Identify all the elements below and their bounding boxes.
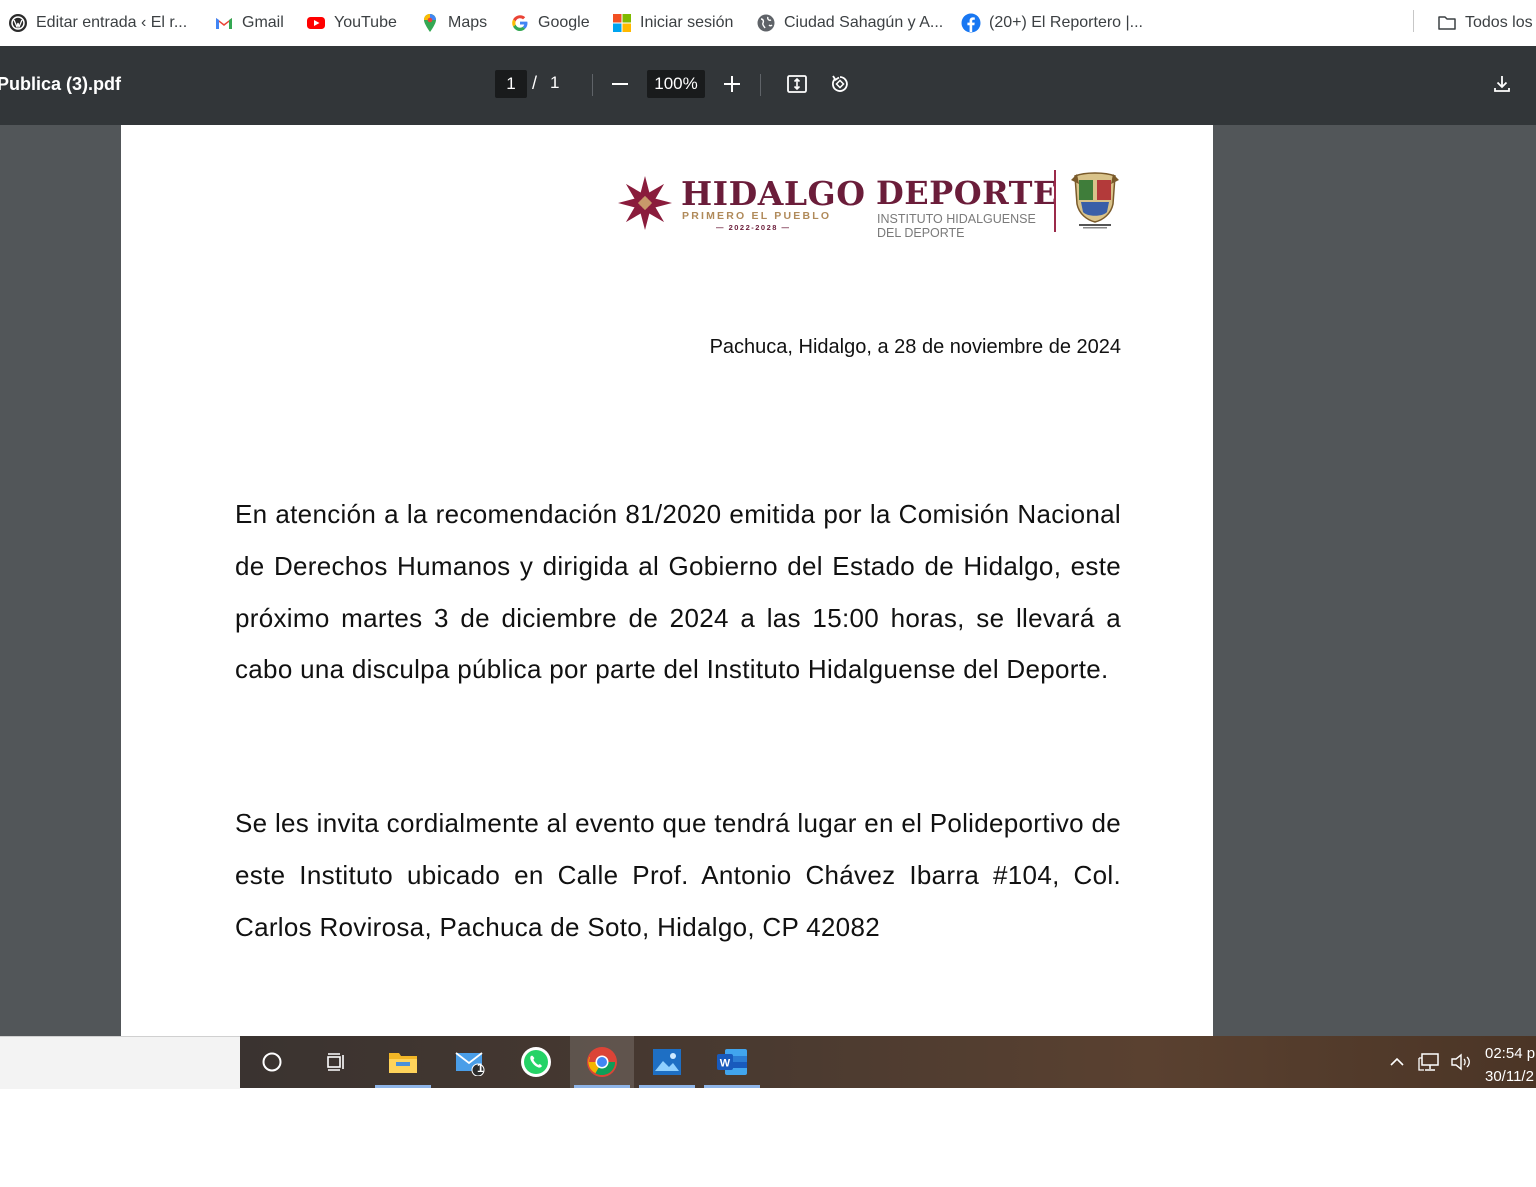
mail-taskbar-button[interactable]: 1 (438, 1036, 502, 1088)
all-bookmarks-label: Todos los (1465, 14, 1533, 31)
bookmark-label: Google (538, 14, 590, 31)
toolbar-divider (760, 74, 761, 96)
speaker-icon (1451, 1053, 1470, 1071)
logo-deporte-subtitle-2: DEL DEPORTE (877, 226, 965, 240)
volume-tray-button[interactable] (1448, 1036, 1474, 1088)
download-icon (1494, 76, 1510, 92)
bookmark-iniciar-sesion[interactable]: Iniciar sesión (612, 7, 733, 39)
bookmark-maps[interactable]: Maps (420, 7, 487, 39)
pdf-toolbar: Publica (3).pdf 1 / 1 100% (0, 46, 1536, 125)
word-taskbar-button[interactable]: W (700, 1036, 764, 1088)
bookmark-label: YouTube (334, 14, 397, 31)
page-total: 1 (550, 73, 560, 92)
pdf-file-title: Publica (3).pdf (0, 74, 122, 94)
photos-icon (653, 1049, 681, 1075)
word-icon: W (717, 1049, 747, 1075)
minus-icon (612, 83, 628, 85)
toolbar-divider (592, 74, 593, 96)
pdf-page: HIDALGO PRIMERO EL PUEBLO — 2022-2028 — … (121, 125, 1213, 1036)
document-paragraph-2: Se les invita cordialmente al evento que… (235, 808, 1121, 942)
photos-taskbar-button[interactable] (635, 1036, 699, 1088)
running-indicator (639, 1085, 695, 1088)
chrome-taskbar-button[interactable] (570, 1036, 634, 1088)
rotate-icon (832, 75, 848, 92)
cortana-button[interactable] (240, 1036, 304, 1088)
wordpress-icon (8, 13, 28, 33)
zoom-in-button[interactable] (716, 68, 748, 100)
file-explorer-icon (389, 1053, 417, 1073)
logo-hidalgo-tagline: PRIMERO EL PUEBLO (682, 210, 832, 222)
hidalgo-star-logo-icon (618, 176, 672, 230)
bookmark-label: Ciudad Sahagún y A... (784, 14, 944, 31)
fit-page-button[interactable] (781, 68, 813, 100)
taskbar-search-area[interactable] (0, 1036, 240, 1089)
task-view-button[interactable] (304, 1036, 368, 1088)
page-separator: / (532, 73, 538, 93)
bookmarks-separator (1413, 10, 1414, 32)
state-coat-of-arms-icon (1071, 172, 1119, 229)
download-button[interactable] (1486, 68, 1518, 100)
logo-deporte-text: DEPORTE (876, 174, 1058, 212)
whatsapp-icon (521, 1047, 551, 1077)
document-paragraph-1: En atención a la recomendación 81/2020 e… (235, 499, 1121, 685)
whatsapp-taskbar-button[interactable] (504, 1036, 568, 1088)
page-number-input[interactable]: 1 (495, 70, 527, 98)
document-date-line: Pachuca, Hidalgo, a 28 de noviembre de 2… (709, 336, 1121, 358)
fit-to-page-icon (787, 75, 807, 93)
bookmark-google[interactable]: Google (510, 7, 590, 39)
logo-divider (1054, 170, 1056, 232)
all-bookmarks-folder[interactable]: Todos los (1437, 7, 1533, 39)
maps-pin-icon (420, 13, 440, 33)
logo-deporte-subtitle-1: INSTITUTO HIDALGUENSE (877, 212, 1036, 226)
rotate-button[interactable] (824, 68, 856, 100)
logo-hidalgo-years: — 2022-2028 — (716, 223, 791, 232)
zoom-level-input[interactable]: 100% (647, 70, 705, 98)
windows-taskbar: 1 W 02:54 p 30/11/2 (240, 1036, 1536, 1088)
logo-hidalgo-text: HIDALGO (681, 174, 866, 213)
chrome-icon (587, 1047, 617, 1077)
bookmark-label: Iniciar sesión (640, 14, 734, 31)
bookmarks-bar: Editar entrada ‹ El r... Gmail YouTube M… (0, 0, 1536, 46)
bookmark-editar-entrada[interactable]: Editar entrada ‹ El r... (8, 7, 187, 39)
svg-text:W: W (720, 1058, 731, 1070)
running-indicator (375, 1085, 431, 1088)
clock-date: 30/11/2 (1485, 1068, 1534, 1085)
bookmark-label: Editar entrada ‹ El r... (36, 14, 188, 31)
clock-time: 02:54 p (1485, 1045, 1536, 1062)
bookmark-label: Gmail (242, 14, 284, 31)
mail-unread-badge: 1 (477, 1061, 484, 1075)
bookmark-el-reportero[interactable]: (20+) El Reportero |... (961, 7, 1143, 39)
bookmark-label: (20+) El Reportero |... (989, 14, 1143, 31)
globe-icon (756, 13, 776, 33)
facebook-icon (961, 13, 981, 33)
google-icon (510, 13, 530, 33)
show-hidden-icons-button[interactable] (1385, 1036, 1409, 1088)
bookmark-ciudad-sahagun[interactable]: Ciudad Sahagún y A... (756, 7, 943, 39)
taskbar-clock[interactable]: 02:54 p 30/11/2 (1485, 1042, 1535, 1088)
gmail-icon (214, 13, 234, 33)
running-indicator (704, 1085, 760, 1088)
header-logos: HIDALGO PRIMERO EL PUEBLO — 2022-2028 — … (616, 170, 1126, 245)
folder-icon (1437, 13, 1457, 33)
youtube-icon (306, 13, 326, 33)
network-tray-button[interactable] (1416, 1036, 1444, 1088)
zoom-out-button[interactable] (604, 68, 636, 100)
cortana-circle-icon (262, 1052, 282, 1072)
network-icon (1418, 1053, 1439, 1071)
bookmark-youtube[interactable]: YouTube (306, 7, 397, 39)
running-indicator (574, 1085, 630, 1088)
task-view-icon (327, 1053, 344, 1071)
plus-icon (724, 76, 740, 92)
bookmark-label: Maps (448, 14, 488, 31)
file-explorer-taskbar-button[interactable] (371, 1036, 435, 1088)
microsoft-icon (612, 13, 632, 33)
bookmark-gmail[interactable]: Gmail (214, 7, 284, 39)
chevron-up-icon (1390, 1057, 1404, 1066)
